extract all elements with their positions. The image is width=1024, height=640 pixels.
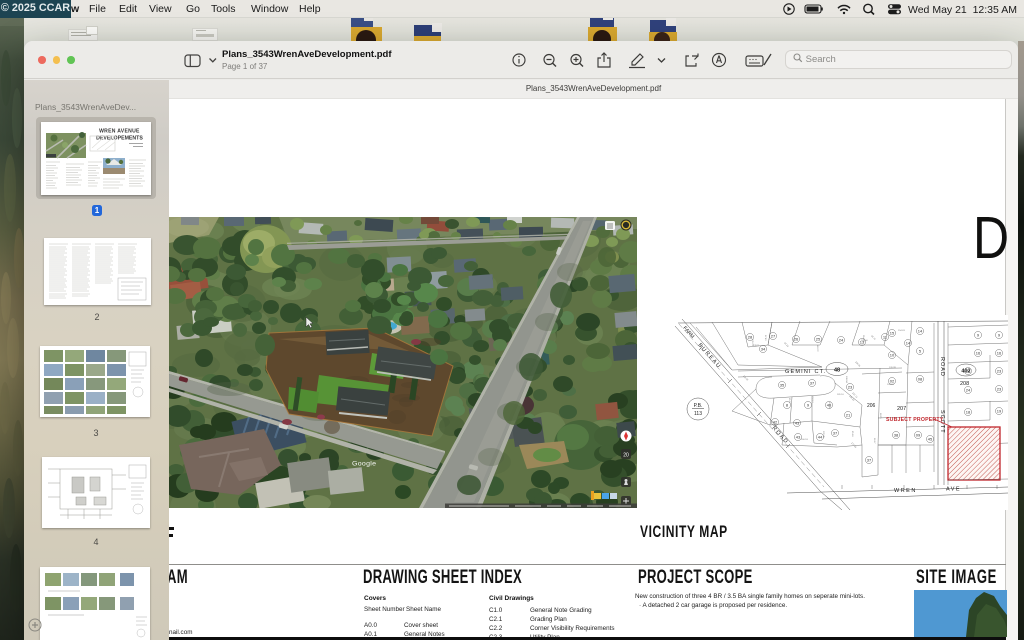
svg-text:126.99: 126.99 bbox=[889, 367, 896, 369]
svg-text:ROAD: ROAD bbox=[939, 357, 945, 377]
svg-text:154.63: 154.63 bbox=[898, 330, 905, 332]
svg-text:34: 34 bbox=[761, 347, 766, 352]
svg-text:43: 43 bbox=[795, 421, 800, 426]
svg-text:45: 45 bbox=[928, 437, 933, 442]
svg-text:21: 21 bbox=[846, 413, 851, 418]
svg-text:95.37: 95.37 bbox=[788, 398, 790, 404]
svg-text:16: 16 bbox=[997, 351, 1002, 356]
svg-text:Google: Google bbox=[352, 461, 376, 468]
svg-text:P.B.: P.B. bbox=[694, 403, 703, 409]
svg-text:98.25: 98.25 bbox=[879, 413, 881, 419]
svg-text:207: 207 bbox=[897, 406, 906, 412]
svg-text:15: 15 bbox=[890, 331, 895, 336]
svg-text:181.16: 181.16 bbox=[837, 394, 844, 396]
svg-text:139.11: 139.11 bbox=[753, 345, 760, 347]
svg-text:14: 14 bbox=[906, 341, 911, 346]
svg-text:SUBJECT PROPERTY: SUBJECT PROPERTY bbox=[886, 417, 944, 423]
svg-text:181.60: 181.60 bbox=[861, 340, 868, 342]
svg-text:199.84: 199.84 bbox=[845, 376, 847, 383]
svg-text:AVE: AVE bbox=[946, 487, 961, 493]
svg-text:85.69: 85.69 bbox=[851, 431, 853, 437]
svg-text:96.17: 96.17 bbox=[873, 438, 875, 444]
svg-text:10: 10 bbox=[890, 353, 895, 358]
svg-text:24: 24 bbox=[839, 338, 844, 343]
svg-text:118.72: 118.72 bbox=[816, 345, 818, 352]
svg-text:23: 23 bbox=[848, 385, 853, 390]
svg-text:27: 27 bbox=[771, 334, 776, 339]
svg-text:160.53: 160.53 bbox=[801, 439, 808, 441]
svg-text:25: 25 bbox=[816, 337, 821, 342]
svg-text:220.45: 220.45 bbox=[822, 431, 824, 438]
svg-text:20: 20 bbox=[623, 453, 629, 459]
svg-text:GEMINI CT.: GEMINI CT. bbox=[785, 369, 826, 375]
svg-text:19: 19 bbox=[997, 409, 1002, 414]
svg-text:23: 23 bbox=[997, 387, 1002, 392]
svg-text:02: 02 bbox=[890, 379, 895, 384]
svg-text:08: 08 bbox=[918, 377, 923, 382]
svg-text:402: 402 bbox=[961, 369, 970, 375]
svg-text:113: 113 bbox=[694, 411, 702, 417]
svg-text:104.80: 104.80 bbox=[828, 402, 830, 409]
svg-text:208: 208 bbox=[960, 381, 969, 387]
svg-text:WREN AVENUE: WREN AVENUE bbox=[99, 128, 140, 134]
svg-text:152.10: 152.10 bbox=[811, 396, 813, 403]
svg-text:37: 37 bbox=[867, 458, 872, 463]
svg-text:WREN: WREN bbox=[894, 488, 917, 494]
svg-text:24: 24 bbox=[966, 388, 971, 393]
svg-text:97.40: 97.40 bbox=[764, 335, 766, 341]
svg-text:16: 16 bbox=[976, 351, 981, 356]
svg-text:38: 38 bbox=[894, 433, 899, 438]
svg-text:18: 18 bbox=[966, 410, 971, 415]
svg-text:42: 42 bbox=[773, 420, 778, 425]
svg-text:14: 14 bbox=[918, 329, 923, 334]
svg-text:DEVELOPEMENTS: DEVELOPEMENTS bbox=[96, 135, 143, 141]
svg-text:206: 206 bbox=[867, 403, 876, 409]
svg-text:09: 09 bbox=[916, 433, 921, 438]
svg-text:37: 37 bbox=[810, 381, 815, 386]
svg-text:48: 48 bbox=[834, 368, 840, 374]
svg-text:35: 35 bbox=[780, 383, 785, 388]
svg-text:23: 23 bbox=[997, 369, 1002, 374]
svg-text:37: 37 bbox=[833, 431, 838, 436]
svg-text:26: 26 bbox=[794, 337, 799, 342]
